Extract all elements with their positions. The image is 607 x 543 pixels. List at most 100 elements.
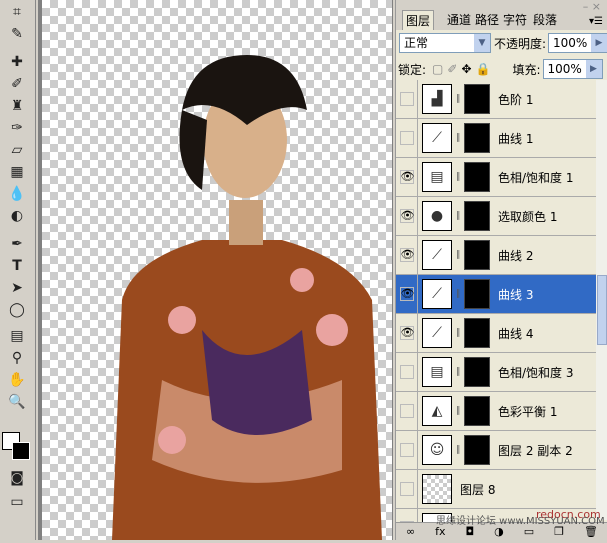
layer-name: 色相/饱和度 1 bbox=[498, 170, 574, 185]
eyedropper-icon[interactable]: ⚲ bbox=[4, 348, 30, 368]
canvas-area[interactable] bbox=[38, 0, 393, 540]
hand-icon[interactable]: ✋ bbox=[4, 370, 30, 390]
visibility-toggle[interactable]: 👁 bbox=[396, 313, 418, 353]
layer-name: 选取颜色 1 bbox=[498, 209, 558, 224]
blur-icon[interactable]: 💧 bbox=[4, 184, 30, 204]
lock-pixels-icon[interactable]: ✐ bbox=[447, 62, 457, 76]
stamp-icon[interactable]: ♜ bbox=[4, 96, 30, 116]
layer-row[interactable]: ⟋ ∥ 曲线 1 bbox=[396, 118, 596, 158]
brush-icon[interactable]: ✐ bbox=[4, 74, 30, 94]
visibility-toggle[interactable]: 👁 bbox=[396, 157, 418, 197]
layer-row[interactable]: ▤ ∥ 色相/饱和度 3 bbox=[396, 352, 596, 392]
opacity-input[interactable]: 100% ▶ bbox=[548, 33, 607, 53]
link-icon: ∥ bbox=[455, 172, 461, 182]
layer-row[interactable]: 👁 ▤ ∥ 色相/饱和度 1 bbox=[396, 157, 596, 197]
visibility-toggle[interactable] bbox=[396, 118, 418, 158]
healing-icon[interactable]: ✚ bbox=[4, 52, 30, 72]
layer-thumbnail: ⟋ bbox=[422, 279, 452, 309]
layer-thumbnail: ● bbox=[422, 201, 452, 231]
screen-mode-icon[interactable]: ▭ bbox=[4, 492, 30, 512]
tab-channels[interactable]: 通道 bbox=[444, 10, 474, 30]
layer-mask-thumbnail bbox=[464, 357, 490, 387]
link-icon: ∥ bbox=[455, 445, 461, 455]
layer-mask-thumbnail bbox=[464, 396, 490, 426]
chevron-right-icon: ▶ bbox=[585, 60, 602, 78]
visibility-toggle[interactable] bbox=[396, 80, 418, 119]
history-brush-icon[interactable]: ✑ bbox=[4, 118, 30, 138]
fill-input[interactable]: 100% ▶ bbox=[542, 59, 603, 79]
hidden-icon bbox=[399, 404, 414, 418]
pen-icon[interactable]: ✒ bbox=[4, 234, 30, 254]
layer-thumbnail: ▤ bbox=[422, 357, 452, 387]
layer-thumbnail: ⟋ bbox=[422, 318, 452, 348]
layer-thumbnail bbox=[422, 474, 452, 504]
layer-name: 图层 2 副本 2 bbox=[498, 443, 573, 458]
hidden-icon bbox=[399, 482, 414, 496]
crop-icon[interactable]: ⌗ bbox=[4, 2, 30, 22]
background-color-swatch[interactable] bbox=[12, 442, 30, 460]
layer-name: 曲线 2 bbox=[498, 248, 534, 263]
link-icon: ∥ bbox=[455, 250, 461, 260]
type-icon[interactable]: T bbox=[4, 256, 30, 276]
dodge-icon[interactable]: ◐ bbox=[4, 206, 30, 226]
tab-paths[interactable]: 路径 bbox=[472, 10, 502, 30]
eye-icon: 👁 bbox=[399, 287, 415, 301]
layer-name: 色彩平衡 1 bbox=[498, 404, 558, 419]
layer-row[interactable]: ☺ ∥ 图层 2 副本 2 bbox=[396, 430, 596, 470]
layer-mask-thumbnail bbox=[464, 162, 490, 192]
layer-row[interactable]: 👁 ⟋ ∥ 曲线 2 bbox=[396, 235, 596, 275]
layer-name: 图层 8 bbox=[460, 482, 496, 497]
fill-value: 100% bbox=[547, 62, 582, 76]
hidden-icon bbox=[399, 443, 414, 457]
layer-name: 色阶 1 bbox=[498, 92, 534, 107]
tab-layers[interactable]: 图层 bbox=[402, 10, 435, 30]
visibility-toggle[interactable] bbox=[396, 508, 418, 522]
layer-mask-thumbnail bbox=[464, 123, 490, 153]
link-layers-icon[interactable]: ∞ bbox=[406, 525, 415, 538]
layer-row[interactable]: ▟ ∥ 色阶 1 bbox=[396, 80, 596, 119]
tab-character[interactable]: 字符 bbox=[500, 10, 530, 30]
layer-mask-thumbnail bbox=[464, 201, 490, 231]
chevron-down-icon: ▼ bbox=[473, 34, 490, 52]
layer-name: 曲线 1 bbox=[498, 131, 534, 146]
layer-row[interactable]: ◭ ∥ 色彩平衡 1 bbox=[396, 391, 596, 431]
visibility-toggle[interactable]: 👁 bbox=[396, 274, 418, 314]
scrollbar-thumb[interactable] bbox=[597, 275, 607, 345]
tools-panel: ⌗ ✎ ✚ ✐ ♜ ✑ ▱ ▦ 💧 ◐ ✒ T ➤ ◯ ▤ ⚲ ✋ 🔍 ◙ ▭ bbox=[0, 0, 36, 540]
hidden-icon bbox=[399, 365, 414, 379]
blend-mode-select[interactable]: 正常 ▼ bbox=[399, 33, 491, 53]
zoom-icon[interactable]: 🔍 bbox=[4, 392, 30, 412]
lock-all-icon[interactable]: 🔒 bbox=[476, 62, 491, 76]
layer-mask-thumbnail bbox=[464, 84, 490, 114]
layer-row[interactable]: 👁 ● ∥ 选取颜色 1 bbox=[396, 196, 596, 236]
notes-icon[interactable]: ▤ bbox=[4, 326, 30, 346]
layer-row[interactable]: 👁 ⟋ ∥ 曲线 3 bbox=[396, 274, 596, 314]
tab-paragraph[interactable]: 段落 bbox=[530, 10, 560, 30]
eraser-icon[interactable]: ▱ bbox=[4, 140, 30, 160]
layers-list: ▟ ∥ 色阶 1 ⟋ ∥ 曲线 1 👁 ▤ ∥ 色相/饱和度 1 👁 ● ∥ 选取颜色 1 👁 ⟋ ∥ 曲线 2 👁… bbox=[396, 80, 596, 522]
panel-tabs: 图层 通道 路径 字符 段落 – × ▾☰ bbox=[396, 0, 607, 30]
layer-name: 色相/饱和度 3 bbox=[498, 365, 574, 380]
visibility-toggle[interactable]: 👁 bbox=[396, 235, 418, 275]
slice-icon[interactable]: ✎ bbox=[4, 24, 30, 44]
layer-row[interactable]: 👁 ⟋ ∥ 曲线 4 bbox=[396, 313, 596, 353]
panel-menu-icon[interactable]: ▾☰ bbox=[589, 16, 603, 27]
layer-row[interactable]: 图层 8 bbox=[396, 469, 596, 509]
quick-mask-icon[interactable]: ◙ bbox=[4, 468, 30, 488]
gradient-icon[interactable]: ▦ bbox=[4, 162, 30, 182]
link-icon: ∥ bbox=[455, 328, 461, 338]
close-icon[interactable]: – × bbox=[583, 0, 601, 13]
visibility-toggle[interactable] bbox=[396, 430, 418, 470]
visibility-toggle[interactable] bbox=[396, 352, 418, 392]
shape-icon[interactable]: ◯ bbox=[4, 300, 30, 320]
visibility-toggle[interactable]: 👁 bbox=[396, 196, 418, 236]
visibility-toggle[interactable] bbox=[396, 469, 418, 509]
lock-transparency-icon[interactable]: ▢ bbox=[432, 62, 443, 76]
path-select-icon[interactable]: ➤ bbox=[4, 278, 30, 298]
layers-scrollbar[interactable] bbox=[596, 80, 607, 520]
lock-position-icon[interactable]: ✥ bbox=[461, 62, 471, 76]
visibility-toggle[interactable] bbox=[396, 391, 418, 431]
layer-thumbnail: ⟋ bbox=[422, 240, 452, 270]
document-canvas[interactable] bbox=[42, 0, 392, 540]
layer-mask-thumbnail bbox=[464, 435, 490, 465]
